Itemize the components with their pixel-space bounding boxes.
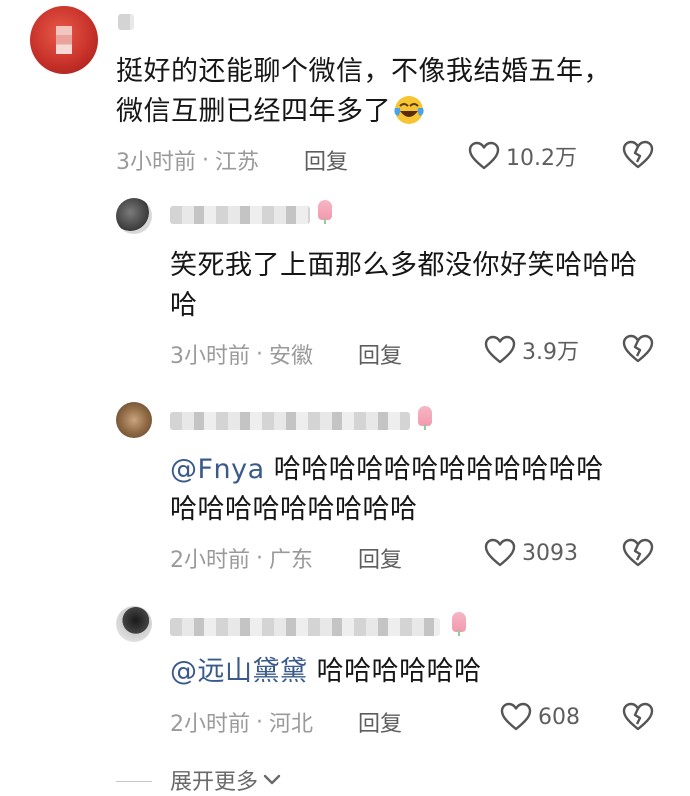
dislike-button[interactable] [622,334,654,364]
like-button[interactable]: 608 [500,702,580,732]
divider [116,781,152,782]
reply-line-1: 笑死我了上面那么多都没你好笑哈哈哈 [170,250,638,281]
heart-icon [500,702,532,731]
like-count: 10.2万 [506,146,577,171]
reply-line-1: 哈哈哈哈哈哈哈哈哈哈哈哈 [264,454,604,485]
flower-icon [452,612,466,636]
avatar[interactable] [116,606,152,642]
laughing-crying-emoji [394,96,424,124]
meta-dot: · [256,341,263,367]
flower-icon [318,200,332,224]
comment-meta: 3小时前 · 江苏 [116,144,259,176]
mention-link[interactable]: @Fnya [170,454,265,485]
broken-heart-icon [622,702,654,731]
avatar[interactable] [116,402,152,438]
reply-meta: 2小时前 · 河北 [170,706,313,738]
like-count: 3.9万 [522,340,579,365]
reply-time: 2小时前 [170,548,250,573]
heart-icon [484,335,516,364]
reply-button[interactable]: 回复 [304,144,348,176]
username-blurred[interactable] [170,206,310,224]
avatar[interactable] [116,198,152,234]
reply-line-2: 哈 [170,290,198,321]
comment-line-1: 挺好的还能聊个微信，不像我结婚五年， [116,56,611,87]
broken-heart-icon [622,140,654,169]
username-blurred[interactable] [170,618,440,636]
flower-icon [418,406,432,430]
dislike-button[interactable] [622,538,654,568]
reply-button[interactable]: 回复 [358,542,402,574]
reply-meta: 2小时前 · 广东 [170,542,313,574]
meta-dot: · [256,709,263,735]
like-count: 608 [538,704,580,730]
reply-text: @Fnya 哈哈哈哈哈哈哈哈哈哈哈哈 哈哈哈哈哈哈哈哈哈 [170,450,604,530]
broken-heart-icon [622,538,654,567]
comment-time: 3小时前 [116,150,196,175]
dislike-button[interactable] [622,140,654,170]
meta-dot: · [202,147,209,173]
heart-icon [484,538,516,567]
heart-icon [468,141,500,170]
reply-location: 安徽 [269,344,314,369]
mention-link[interactable]: @远山黛黛 [170,656,308,687]
like-button[interactable]: 10.2万 [468,140,577,172]
reply-text: @远山黛黛 哈哈哈哈哈哈 [170,652,482,692]
comment-location: 江苏 [215,150,260,175]
like-button[interactable]: 3093 [484,538,578,568]
username-blurred[interactable] [118,14,134,30]
comment-text: 挺好的还能聊个微信，不像我结婚五年， 微信互删已经四年多了 [116,52,611,132]
reply-button[interactable]: 回复 [358,338,402,370]
reply-text: 笑死我了上面那么多都没你好笑哈哈哈 哈 [170,246,638,326]
reply-location: 河北 [269,712,314,737]
reply-time: 2小时前 [170,712,250,737]
avatar[interactable] [30,6,98,74]
comment-line-2: 微信互删已经四年多了 [116,96,391,127]
expand-more-button[interactable]: 展开更多 [170,764,283,796]
reply-meta: 3小时前 · 安徽 [170,338,313,370]
dislike-button[interactable] [622,702,654,732]
like-count: 3093 [522,540,578,566]
chevron-down-icon [263,774,281,785]
reply-location: 广东 [269,548,314,573]
reply-time: 3小时前 [170,344,250,369]
broken-heart-icon [622,334,654,363]
reply-button[interactable]: 回复 [358,706,402,738]
like-button[interactable]: 3.9万 [484,334,579,366]
username-blurred[interactable] [170,412,410,430]
reply-line-1: 哈哈哈哈哈哈 [307,656,482,687]
expand-more-label: 展开更多 [170,770,259,795]
meta-dot: · [256,545,263,571]
reply-line-2: 哈哈哈哈哈哈哈哈哈 [170,494,418,525]
